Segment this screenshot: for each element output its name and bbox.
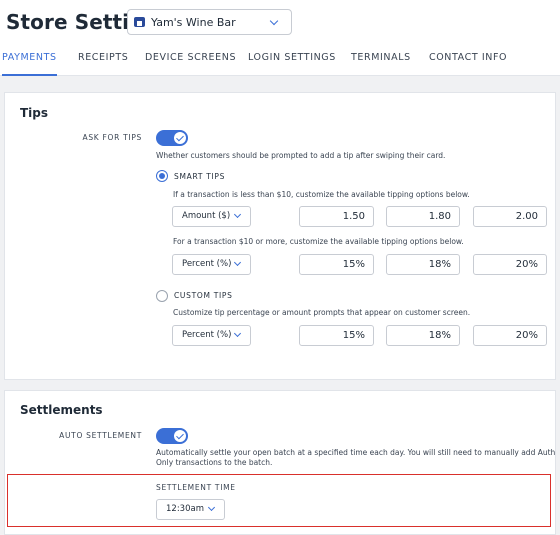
tab-contact-info[interactable]: CONTACT INFO	[429, 52, 507, 76]
store-icon	[134, 17, 145, 27]
ask-for-tips-label: ASK FOR TIPS	[82, 133, 142, 142]
ask-for-tips-help: Whether customers should be prompted to …	[156, 151, 446, 160]
settlement-time-highlight	[7, 474, 551, 527]
auto-settlement-help-line-2: Only transactions to the batch.	[156, 458, 273, 467]
settlements-title: Settlements	[20, 403, 103, 417]
tab-terminals[interactable]: TERMINALS	[351, 52, 411, 76]
tips-card: Tips ASK FOR TIPS Whether customers shou…	[4, 92, 556, 380]
smart-tips-over-help: For a transaction $10 or more, customize…	[173, 237, 464, 246]
tab-login-settings[interactable]: LOGIN SETTINGS	[248, 52, 336, 76]
over-ten-tip-3-input[interactable]: 20%	[473, 254, 547, 275]
top-bar: Store Settings Yam's Wine Bar PAYMENTS R…	[0, 0, 560, 76]
tab-bar: PAYMENTS RECEIPTS DEVICE SCREENS LOGIN S…	[0, 52, 560, 76]
under-ten-tip-3-input[interactable]: 2.00	[473, 206, 547, 227]
tips-title: Tips	[20, 106, 49, 120]
over-ten-tip-1-input[interactable]: 15%	[299, 254, 374, 275]
custom-tips-label: CUSTOM TIPS	[174, 291, 233, 300]
custom-tips-type-value: Percent (%)	[182, 330, 232, 340]
custom-tip-3-input[interactable]: 20%	[473, 325, 547, 346]
custom-tip-2-input[interactable]: 18%	[386, 325, 460, 346]
smart-tips-under-help: If a transaction is less than $10, custo…	[173, 190, 470, 199]
custom-tip-1-input[interactable]: 15%	[299, 325, 374, 346]
smart-tips-radio[interactable]	[156, 170, 168, 182]
smart-tips-label: SMART TIPS	[174, 172, 226, 181]
chevron-down-icon	[233, 329, 242, 338]
under-ten-type-select[interactable]: Amount ($)	[172, 206, 251, 227]
store-select-value: Yam's Wine Bar	[151, 15, 236, 29]
chevron-down-icon	[269, 16, 279, 26]
chevron-down-icon	[233, 258, 242, 267]
auto-settlement-label: AUTO SETTLEMENT	[59, 431, 142, 440]
custom-tips-type-select[interactable]: Percent (%)	[172, 325, 251, 346]
ask-for-tips-toggle[interactable]	[156, 130, 188, 146]
tab-receipts[interactable]: RECEIPTS	[78, 52, 128, 76]
tab-device-screens[interactable]: DEVICE SCREENS	[145, 52, 236, 76]
under-ten-tip-1-input[interactable]: 1.50	[299, 206, 374, 227]
under-ten-type-value: Amount ($)	[182, 211, 231, 221]
check-icon	[174, 132, 186, 144]
chevron-down-icon	[233, 210, 242, 219]
over-ten-type-value: Percent (%)	[182, 259, 232, 269]
over-ten-type-select[interactable]: Percent (%)	[172, 254, 251, 275]
check-icon	[174, 430, 186, 442]
tab-payments[interactable]: PAYMENTS	[2, 52, 57, 76]
under-ten-tip-2-input[interactable]: 1.80	[386, 206, 460, 227]
custom-tips-radio[interactable]	[156, 290, 168, 302]
custom-tips-help: Customize tip percentage or amount promp…	[173, 308, 471, 317]
over-ten-tip-2-input[interactable]: 18%	[386, 254, 460, 275]
store-select[interactable]: Yam's Wine Bar	[127, 9, 292, 35]
auto-settlement-toggle[interactable]	[156, 428, 188, 444]
